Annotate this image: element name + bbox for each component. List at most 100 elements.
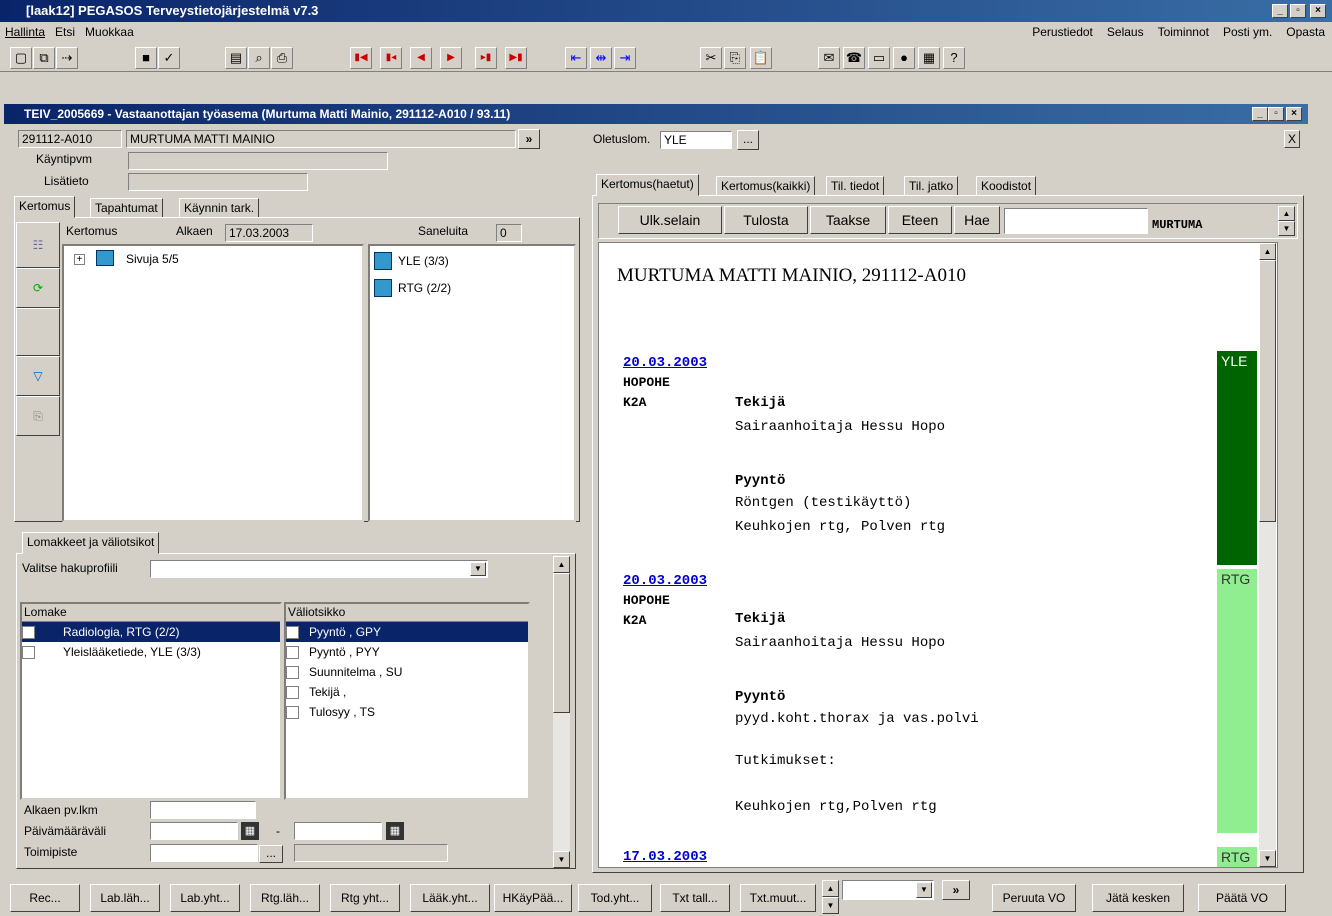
lomake-list[interactable]: Lomake Radiologia, RTG (2/2) Yleislääket… xyxy=(20,602,282,800)
entry-date-link[interactable]: 20.03.2003 xyxy=(623,573,707,589)
close-form-button[interactable]: X xyxy=(1284,130,1300,148)
entry-date-link[interactable]: 20.03.2003 xyxy=(623,355,707,371)
lomakkeet-scrollbar[interactable]: ▲ ▼ xyxy=(553,556,570,868)
checkbox[interactable] xyxy=(286,646,299,660)
kayntipvm-field[interactable] xyxy=(128,152,388,170)
menu-etsi[interactable]: Etsi xyxy=(50,22,80,42)
copy-doc-icon[interactable]: ⧉ xyxy=(33,47,55,69)
oletuslom-field[interactable]: YLE xyxy=(660,131,732,149)
scroll-down-icon[interactable]: ▼ xyxy=(553,851,570,868)
checkbox[interactable] xyxy=(286,666,299,680)
split-left-icon[interactable]: ⇤ xyxy=(565,47,587,69)
new-icon[interactable]: ▢ xyxy=(10,47,32,69)
laak-yht-button[interactable]: Lääk.yht... xyxy=(410,884,490,912)
search-icon[interactable]: ⌕ xyxy=(248,47,270,69)
phone-icon[interactable]: ☎ xyxy=(843,47,865,69)
list-item[interactable]: Radiologia, RTG (2/2) xyxy=(22,622,280,642)
list-item[interactable]: Yleislääketiede, YLE (3/3) xyxy=(22,642,280,662)
copy-tool-icon[interactable]: ⎘ xyxy=(16,396,60,436)
menu-muokkaa[interactable]: Muokkaa xyxy=(80,22,139,42)
close-icon[interactable]: × xyxy=(1310,4,1326,18)
globe-icon[interactable]: ● xyxy=(893,47,915,69)
forward-button[interactable]: » xyxy=(942,880,970,900)
list-item[interactable]: YLE (3/3) xyxy=(398,254,449,268)
list-item[interactable]: Tekijä , xyxy=(286,682,528,702)
scroll-down-icon[interactable]: ▼ xyxy=(1259,850,1276,867)
check-icon[interactable]: ✓ xyxy=(158,47,180,69)
entry-date-link[interactable]: 17.03.2003 xyxy=(623,849,707,865)
paata-vo-button[interactable]: Päätä VO xyxy=(1198,884,1286,912)
chevron-down-icon[interactable]: ▼ xyxy=(916,882,932,898)
lisatieto-field[interactable] xyxy=(128,173,308,191)
prev-page-icon[interactable]: ▮◂ xyxy=(380,47,402,69)
lab-lah-button[interactable]: Lab.läh... xyxy=(90,884,160,912)
prev-icon[interactable]: ◀ xyxy=(410,47,432,69)
tree-item-label[interactable]: Sivuja 5/5 xyxy=(126,252,179,266)
document-scrollbar[interactable]: ▲ ▼ xyxy=(1259,243,1276,867)
sub-close-icon[interactable]: × xyxy=(1286,107,1302,121)
form-icon[interactable]: ▤ xyxy=(225,47,247,69)
import-icon[interactable]: ⇢ xyxy=(56,47,78,69)
checkbox[interactable] xyxy=(286,626,299,640)
next-page-icon[interactable]: ▸▮ xyxy=(475,47,497,69)
calendar-icon[interactable]: ▦ xyxy=(241,822,259,840)
blank-tool[interactable] xyxy=(16,308,60,356)
tab-til-jatko[interactable]: Til. jatko xyxy=(904,176,959,196)
last-icon[interactable]: ▶▮ xyxy=(505,47,527,69)
menu-opasta[interactable]: Opasta xyxy=(1279,22,1332,42)
list-item[interactable]: Tulosyy , TS xyxy=(286,702,528,722)
tab-koodistot[interactable]: Koodistot xyxy=(976,176,1037,196)
menu-selaus[interactable]: Selaus xyxy=(1100,22,1151,42)
spin-down-icon[interactable]: ▼ xyxy=(1278,221,1295,236)
mail-icon[interactable]: ✉ xyxy=(818,47,840,69)
rtg-lah-button[interactable]: Rtg.läh... xyxy=(250,884,320,912)
tab-kertomus-kaikki[interactable]: Kertomus(kaikki) xyxy=(716,176,816,196)
jata-kesken-button[interactable]: Jätä kesken xyxy=(1092,884,1184,912)
valiotsikko-list[interactable]: Väliotsikko Pyyntö , GPY Pyyntö , PYY Su… xyxy=(284,602,530,800)
kertomus-list[interactable]: YLE (3/3) RTG (2/2) xyxy=(368,244,576,522)
menu-posti[interactable]: Posti ym. xyxy=(1216,22,1279,42)
sub-minimize-icon[interactable]: _ xyxy=(1252,107,1268,121)
txt-tall-button[interactable]: Txt tall... xyxy=(660,884,730,912)
sub-maximize-icon[interactable]: ▫ xyxy=(1268,107,1284,121)
txt-muut-button[interactable]: Txt.muut... xyxy=(740,884,816,912)
tab-kaynnin-tark[interactable]: Käynnin tark. xyxy=(179,198,260,218)
patient-expand-button[interactable]: » xyxy=(518,129,540,149)
bottom-spinner[interactable]: ▲ ▼ xyxy=(822,880,839,914)
first-icon[interactable]: ▮◀ xyxy=(350,47,372,69)
document-icon[interactable]: ▭ xyxy=(868,47,890,69)
tulosta-button[interactable]: Tulosta xyxy=(724,206,808,234)
kertomus-tree[interactable]: + Sivuja 5/5 xyxy=(62,244,364,522)
scroll-thumb[interactable] xyxy=(553,573,570,713)
minimize-icon[interactable]: _ xyxy=(1272,4,1288,18)
date-to-field[interactable] xyxy=(294,822,382,840)
spin-up-icon[interactable]: ▲ xyxy=(1278,206,1295,221)
calendar-icon[interactable]: ▦ xyxy=(386,822,404,840)
peruuta-vo-button[interactable]: Peruuta VO xyxy=(992,884,1076,912)
eteen-button[interactable]: Eteen xyxy=(888,206,952,234)
maximize-icon[interactable]: ▫ xyxy=(1290,4,1306,18)
save-icon[interactable]: ■ xyxy=(135,47,157,69)
filter-icon[interactable]: ▽ xyxy=(16,356,60,396)
hakuprofiili-select[interactable] xyxy=(150,560,488,578)
toimipiste-more-button[interactable]: ... xyxy=(259,845,283,863)
checkbox[interactable] xyxy=(286,686,299,700)
scroll-thumb[interactable] xyxy=(1259,260,1276,522)
tree-expander[interactable]: + xyxy=(74,254,85,265)
menu-perustiedot[interactable]: Perustiedot xyxy=(1025,22,1100,42)
chevron-down-icon[interactable]: ▼ xyxy=(470,562,486,576)
toimipiste-field[interactable] xyxy=(150,844,258,862)
list-item[interactable]: Pyyntö , PYY xyxy=(286,642,528,662)
scroll-up-icon[interactable]: ▲ xyxy=(1259,243,1276,260)
tab-lomakkeet[interactable]: Lomakkeet ja väliotsikot xyxy=(22,532,160,554)
checkbox[interactable] xyxy=(22,626,35,640)
scroll-up-icon[interactable]: ▲ xyxy=(553,556,570,573)
tab-kertomus-haetut[interactable]: Kertomus(haetut) xyxy=(596,174,699,196)
date-from-field[interactable] xyxy=(150,822,238,840)
split-right-icon[interactable]: ⇥ xyxy=(614,47,636,69)
list-item[interactable]: RTG (2/2) xyxy=(398,281,451,295)
browser-spinner[interactable]: ▲ ▼ xyxy=(1278,206,1295,236)
copy-icon[interactable]: ⎘ xyxy=(724,47,746,69)
tab-tapahtumat[interactable]: Tapahtumat xyxy=(90,198,163,218)
ulk-selain-button[interactable]: Ulk.selain xyxy=(618,206,722,234)
